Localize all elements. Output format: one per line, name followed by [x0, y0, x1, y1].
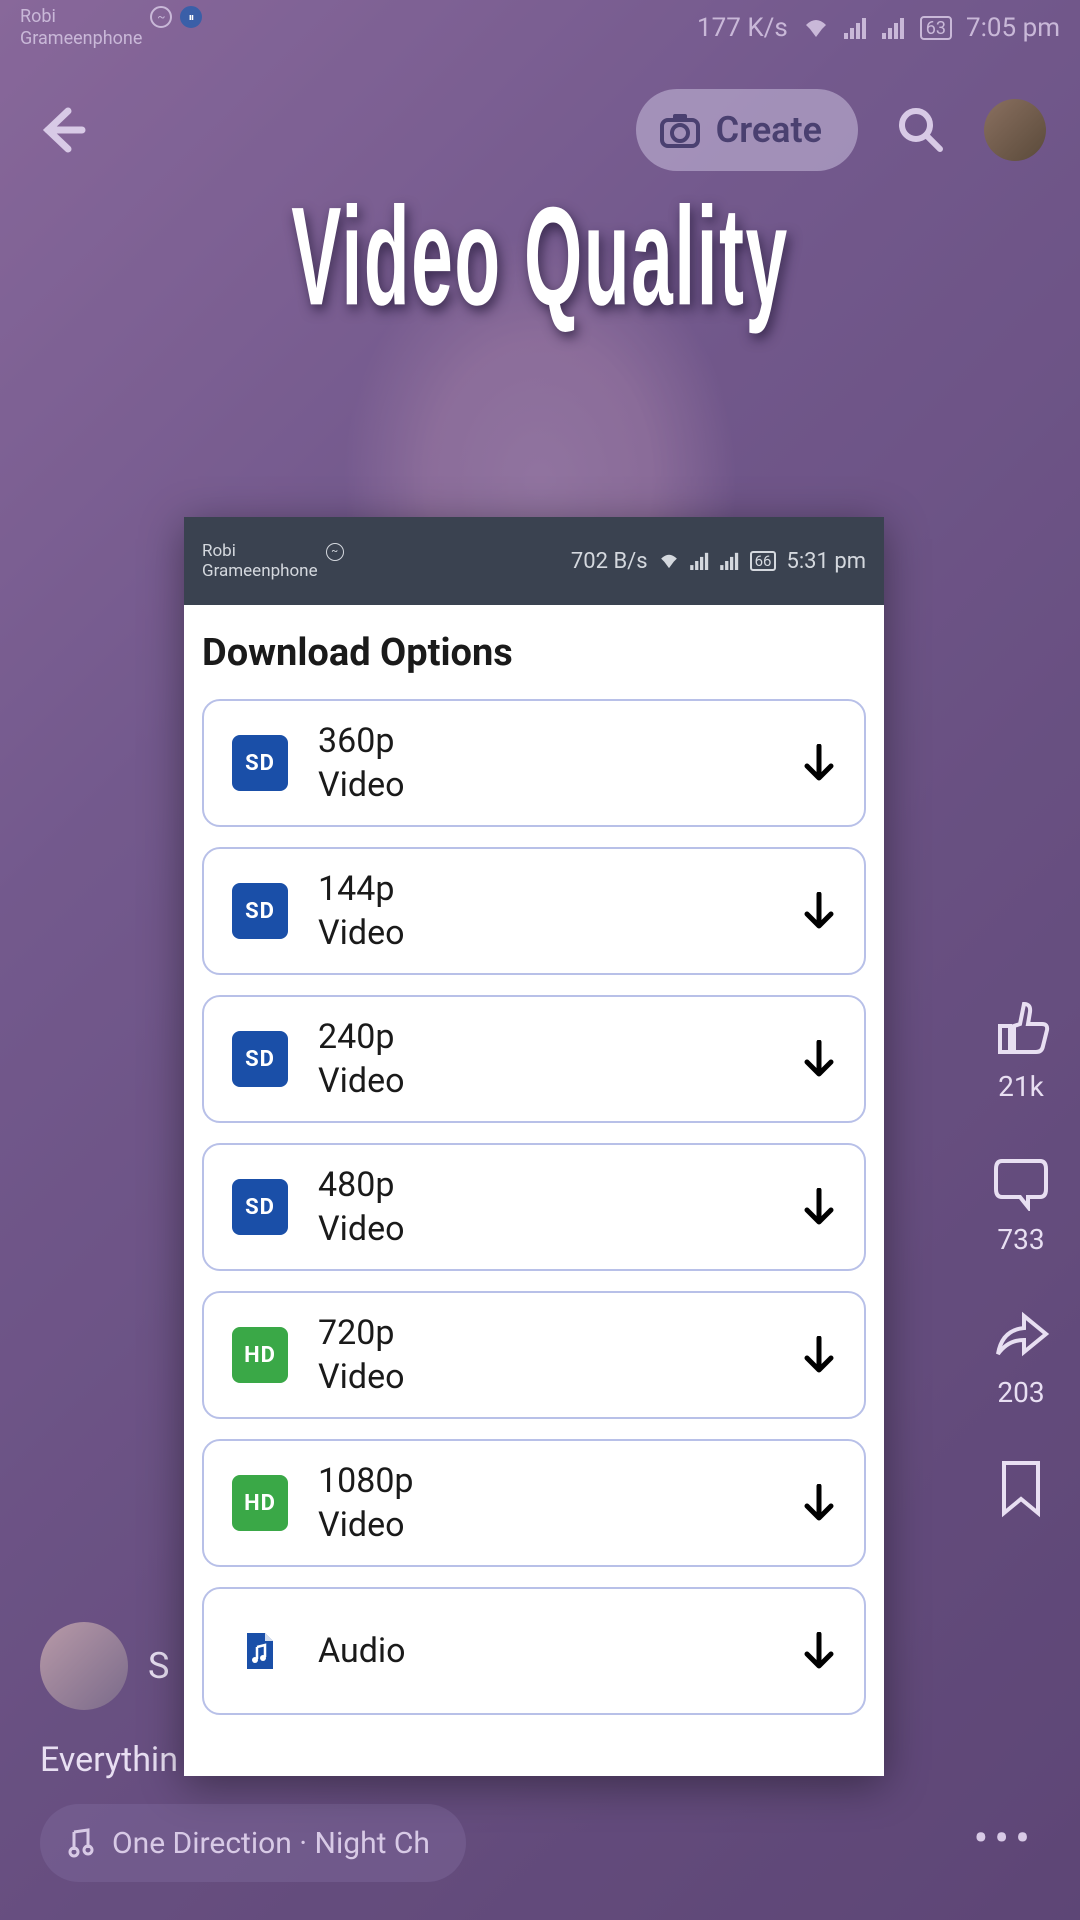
- sd-badge: SD: [232, 735, 288, 791]
- options-list: SD360pVideoSD144pVideoSD240pVideoSD480pV…: [202, 699, 866, 1715]
- option-resolution: 144p: [318, 867, 772, 911]
- thumbs-up-icon: [992, 1000, 1050, 1058]
- option-resolution: 720p: [318, 1311, 772, 1355]
- download-icon: [802, 1336, 836, 1374]
- modal-status-left: Robi Grameenphone ~: [202, 541, 344, 582]
- option-type: Video: [318, 911, 772, 955]
- modal-title: Download Options: [202, 631, 866, 675]
- like-button[interactable]: 21k: [992, 1000, 1050, 1103]
- option-type: Video: [318, 1059, 772, 1103]
- bookmark-icon: [996, 1459, 1046, 1519]
- network-speed: 177 K/s: [697, 13, 788, 43]
- camera-icon: [660, 112, 700, 148]
- author-row[interactable]: S: [40, 1622, 178, 1710]
- modal-body: Download Options SD360pVideoSD144pVideoS…: [184, 605, 884, 1776]
- clock-time: 7:05 pm: [966, 13, 1060, 43]
- status-right: 177 K/s 63 7:05 pm: [697, 13, 1060, 43]
- download-option-240p[interactable]: SD 240pVideo: [202, 995, 866, 1123]
- author-avatar: [40, 1622, 128, 1710]
- status-bar-modal: Robi Grameenphone ~ 702 B/s 66 5:31 pm: [184, 517, 884, 605]
- download-option-360p[interactable]: SD 360pVideo: [202, 699, 866, 827]
- carrier-label: Robi Grameenphone: [20, 6, 142, 49]
- search-button[interactable]: [896, 105, 946, 155]
- comment-button[interactable]: 733: [992, 1153, 1050, 1256]
- messenger-icon: ~: [326, 543, 344, 561]
- share-count: 203: [997, 1376, 1044, 1409]
- app-header: Create: [0, 80, 1080, 180]
- option-resolution: Audio: [318, 1629, 772, 1673]
- modal-speed: 702 B/s: [571, 549, 648, 574]
- option-resolution: 240p: [318, 1015, 772, 1059]
- modal-time: 5:31 pm: [786, 549, 866, 574]
- video-info: S Everythin: [40, 1622, 178, 1780]
- save-button[interactable]: [996, 1459, 1046, 1519]
- download-icon: [802, 1188, 836, 1226]
- back-button[interactable]: [34, 103, 88, 157]
- option-resolution: 360p: [318, 719, 772, 763]
- like-count: 21k: [998, 1070, 1044, 1103]
- download-modal: Robi Grameenphone ~ 702 B/s 66 5:31 pm D…: [184, 517, 884, 1776]
- side-actions: 21k 733 203: [992, 1000, 1050, 1519]
- option-type: Video: [318, 1355, 772, 1399]
- share-icon: [992, 1306, 1050, 1364]
- signal-icon: [844, 17, 868, 39]
- page-title: Video Quality: [135, 177, 945, 338]
- app-icon: ⏸: [180, 6, 202, 28]
- music-icon: [64, 1828, 94, 1858]
- more-button[interactable]: •••: [973, 1812, 1036, 1864]
- sd-badge: SD: [232, 1179, 288, 1235]
- download-icon: [802, 1632, 836, 1670]
- messenger-icon: ~: [150, 6, 172, 28]
- signal-icon: [690, 552, 710, 570]
- comment-count: 733: [997, 1223, 1044, 1256]
- option-resolution: 1080p: [318, 1459, 772, 1503]
- wifi-icon: [658, 552, 680, 570]
- profile-avatar[interactable]: [984, 99, 1046, 161]
- modal-status-right: 702 B/s 66 5:31 pm: [571, 549, 866, 574]
- signal-icon-2: [720, 552, 740, 570]
- download-icon: [802, 1040, 836, 1078]
- hd-badge: HD: [232, 1475, 288, 1531]
- comment-icon: [992, 1153, 1050, 1211]
- download-icon: [802, 1484, 836, 1522]
- signal-icon-2: [882, 17, 906, 39]
- download-option-480p[interactable]: SD 480pVideo: [202, 1143, 866, 1271]
- create-label: Create: [716, 109, 822, 151]
- download-icon: [802, 744, 836, 782]
- download-option-1080p[interactable]: HD 1080pVideo: [202, 1439, 866, 1567]
- download-option-720p[interactable]: HD 720pVideo: [202, 1291, 866, 1419]
- battery-icon: 63: [920, 16, 952, 40]
- sd-badge: SD: [232, 1031, 288, 1087]
- music-label: One Direction · Night Ch: [112, 1826, 430, 1861]
- caption: Everythin: [40, 1740, 178, 1780]
- create-button[interactable]: Create: [636, 89, 858, 171]
- audio-file-icon: [232, 1623, 288, 1679]
- hd-badge: HD: [232, 1327, 288, 1383]
- option-type: Video: [318, 763, 772, 807]
- status-bar-outer: Robi Grameenphone ~ ⏸ 177 K/s 63 7:05 pm: [0, 0, 1080, 56]
- option-resolution: 480p: [318, 1163, 772, 1207]
- music-pill[interactable]: One Direction · Night Ch: [40, 1804, 466, 1882]
- download-option-audio[interactable]: Audio: [202, 1587, 866, 1715]
- modal-battery: 66: [750, 551, 777, 571]
- download-option-144p[interactable]: SD 144pVideo: [202, 847, 866, 975]
- status-left: Robi Grameenphone ~ ⏸: [20, 6, 202, 49]
- share-button[interactable]: 203: [992, 1306, 1050, 1409]
- author-name: S: [148, 1645, 169, 1687]
- download-icon: [802, 892, 836, 930]
- option-type: Video: [318, 1503, 772, 1547]
- wifi-icon: [802, 17, 830, 39]
- modal-carrier: Robi Grameenphone: [202, 541, 318, 582]
- sd-badge: SD: [232, 883, 288, 939]
- option-type: Video: [318, 1207, 772, 1251]
